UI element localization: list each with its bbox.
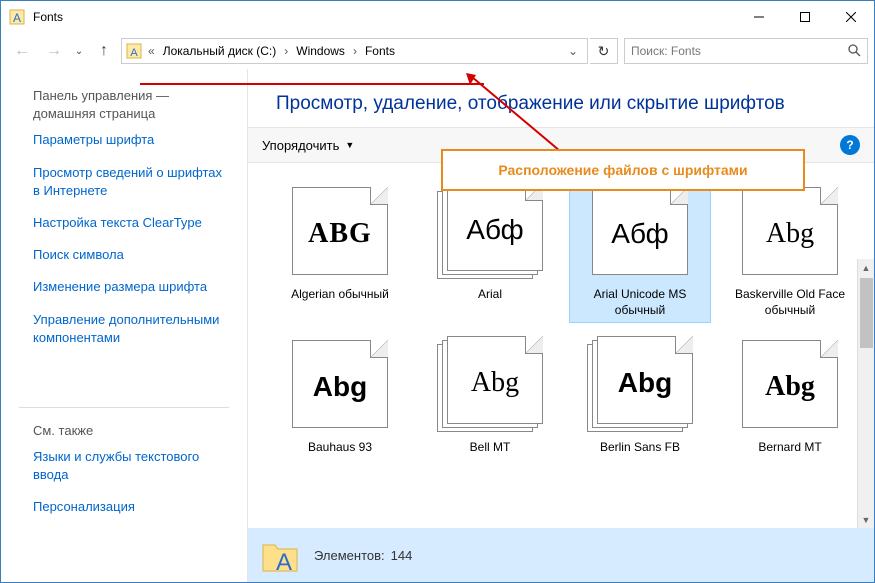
- up-button[interactable]: ↑: [89, 37, 119, 65]
- forward-button[interactable]: →: [39, 37, 69, 65]
- font-item[interactable]: Abg Baskerville Old Face обычный: [720, 179, 860, 322]
- fonts-app-icon: A: [9, 9, 25, 25]
- window-title: Fonts: [33, 10, 736, 24]
- font-sample: Абф: [593, 218, 687, 250]
- search-input[interactable]: Поиск: Fonts: [624, 38, 868, 64]
- font-item[interactable]: Абф Arial: [420, 179, 560, 322]
- navbar: ← → ⌄ ↑ A « Локальный диск (C:) › Window…: [1, 33, 874, 69]
- fonts-folder-icon: A: [260, 535, 300, 575]
- organize-button[interactable]: Упорядочить ▼: [262, 138, 354, 153]
- font-preview: Абф: [437, 183, 543, 279]
- sidebar-link-font-info-online[interactable]: Просмотр сведений о шрифтах в Интернете: [33, 164, 229, 200]
- sidebar-link-text-services[interactable]: Языки и службы текстового ввода: [33, 448, 229, 484]
- sidebar-link-font-size[interactable]: Изменение размера шрифта: [33, 278, 229, 296]
- font-item[interactable]: Abg Bauhaus 93: [270, 332, 410, 460]
- font-preview: Abg: [437, 336, 543, 432]
- font-preview: ABG: [287, 183, 393, 279]
- svg-text:A: A: [130, 47, 138, 59]
- annotation-underline: [140, 83, 484, 85]
- font-label: Bell MT: [470, 440, 511, 456]
- font-label: Bauhaus 93: [308, 440, 372, 456]
- help-button[interactable]: ?: [840, 135, 860, 155]
- font-item[interactable]: Abg Bernard MT: [720, 332, 860, 460]
- breadcrumb-fonts[interactable]: Fonts: [361, 42, 399, 60]
- font-item[interactable]: Абф Arial Unicode MS обычный: [570, 179, 710, 322]
- font-preview: Abg: [737, 336, 843, 432]
- scroll-up-icon[interactable]: ▲: [858, 259, 874, 276]
- font-sample: Abg: [598, 367, 692, 399]
- sidebar-link-font-settings[interactable]: Параметры шрифта: [33, 131, 229, 149]
- font-sample: Abg: [293, 371, 387, 403]
- font-label: Bernard MT: [758, 440, 821, 456]
- font-item[interactable]: Abg Berlin Sans FB: [570, 332, 710, 460]
- font-sample: ABG: [293, 218, 387, 250]
- close-button[interactable]: [828, 1, 874, 33]
- address-bar[interactable]: A « Локальный диск (C:) › Windows › Font…: [121, 38, 588, 64]
- status-count: 144: [391, 548, 413, 563]
- font-grid-wrap: ABG Algerian обычный Абф Arial Абф Arial Unic…: [248, 163, 874, 528]
- font-label: Arial: [478, 287, 502, 303]
- scroll-down-icon[interactable]: ▼: [858, 511, 874, 528]
- font-label: Baskerville Old Face обычный: [725, 287, 855, 318]
- annotation-callout: Расположение файлов с шрифтами: [441, 149, 805, 191]
- scrollbar[interactable]: ▲ ▼: [857, 259, 874, 528]
- back-button[interactable]: ←: [7, 37, 37, 65]
- body: Панель управления — домашняя страница Па…: [1, 69, 874, 582]
- breadcrumb-windows[interactable]: Windows: [292, 42, 349, 60]
- statusbar: A Элементов: 144: [248, 528, 874, 582]
- window: A Fonts ← → ⌄ ↑ A « Локальный диск (C:) …: [0, 0, 875, 583]
- sidebar-link-char-map[interactable]: Поиск символа: [33, 246, 229, 264]
- minimize-button[interactable]: [736, 1, 782, 33]
- folder-icon: A: [126, 43, 142, 59]
- chevron-down-icon: ▼: [345, 140, 354, 150]
- sidebar-header[interactable]: Панель управления — домашняя страница: [33, 87, 229, 123]
- font-preview: Abg: [587, 336, 693, 432]
- font-label: Berlin Sans FB: [600, 440, 680, 456]
- chevron-right-icon[interactable]: ›: [284, 44, 288, 58]
- sidebar-divider: [19, 407, 229, 408]
- font-preview: Abg: [287, 336, 393, 432]
- svg-text:A: A: [13, 11, 21, 25]
- font-preview: Abg: [737, 183, 843, 279]
- sidebar-link-components[interactable]: Управление дополнительными компонентами: [33, 311, 229, 347]
- refresh-button[interactable]: ↻: [590, 38, 618, 64]
- font-grid: ABG Algerian обычный Абф Arial Абф Arial Unic…: [270, 179, 864, 460]
- chevron-right-icon[interactable]: ›: [353, 44, 357, 58]
- recent-dropdown[interactable]: ⌄: [71, 37, 87, 65]
- font-item[interactable]: Abg Bell MT: [420, 332, 560, 460]
- sidebar-link-personalization[interactable]: Персонализация: [33, 498, 229, 516]
- maximize-button[interactable]: [782, 1, 828, 33]
- scroll-thumb[interactable]: [860, 278, 873, 348]
- font-label: Arial Unicode MS обычный: [575, 287, 705, 318]
- font-sample: Abg: [448, 367, 542, 399]
- svg-text:A: A: [276, 549, 292, 575]
- chevron-double-icon[interactable]: «: [148, 44, 155, 58]
- sidebar-link-cleartype[interactable]: Настройка текста ClearType: [33, 214, 229, 232]
- address-dropdown[interactable]: ⌄: [563, 44, 583, 58]
- font-label: Algerian обычный: [291, 287, 389, 303]
- font-preview: Абф: [587, 183, 693, 279]
- search-icon: [847, 43, 861, 60]
- font-sample: Абф: [448, 214, 542, 246]
- font-sample: Abg: [743, 371, 837, 403]
- search-placeholder: Поиск: Fonts: [631, 44, 701, 58]
- window-controls: [736, 1, 874, 33]
- font-sample: Abg: [743, 218, 837, 250]
- sidebar: Панель управления — домашняя страница Па…: [1, 69, 247, 582]
- font-item[interactable]: ABG Algerian обычный: [270, 179, 410, 322]
- titlebar: A Fonts: [1, 1, 874, 33]
- sidebar-seealso-header: См. также: [33, 422, 229, 440]
- breadcrumb-drive[interactable]: Локальный диск (C:): [159, 42, 281, 60]
- status-count-label: Элементов:: [314, 548, 385, 563]
